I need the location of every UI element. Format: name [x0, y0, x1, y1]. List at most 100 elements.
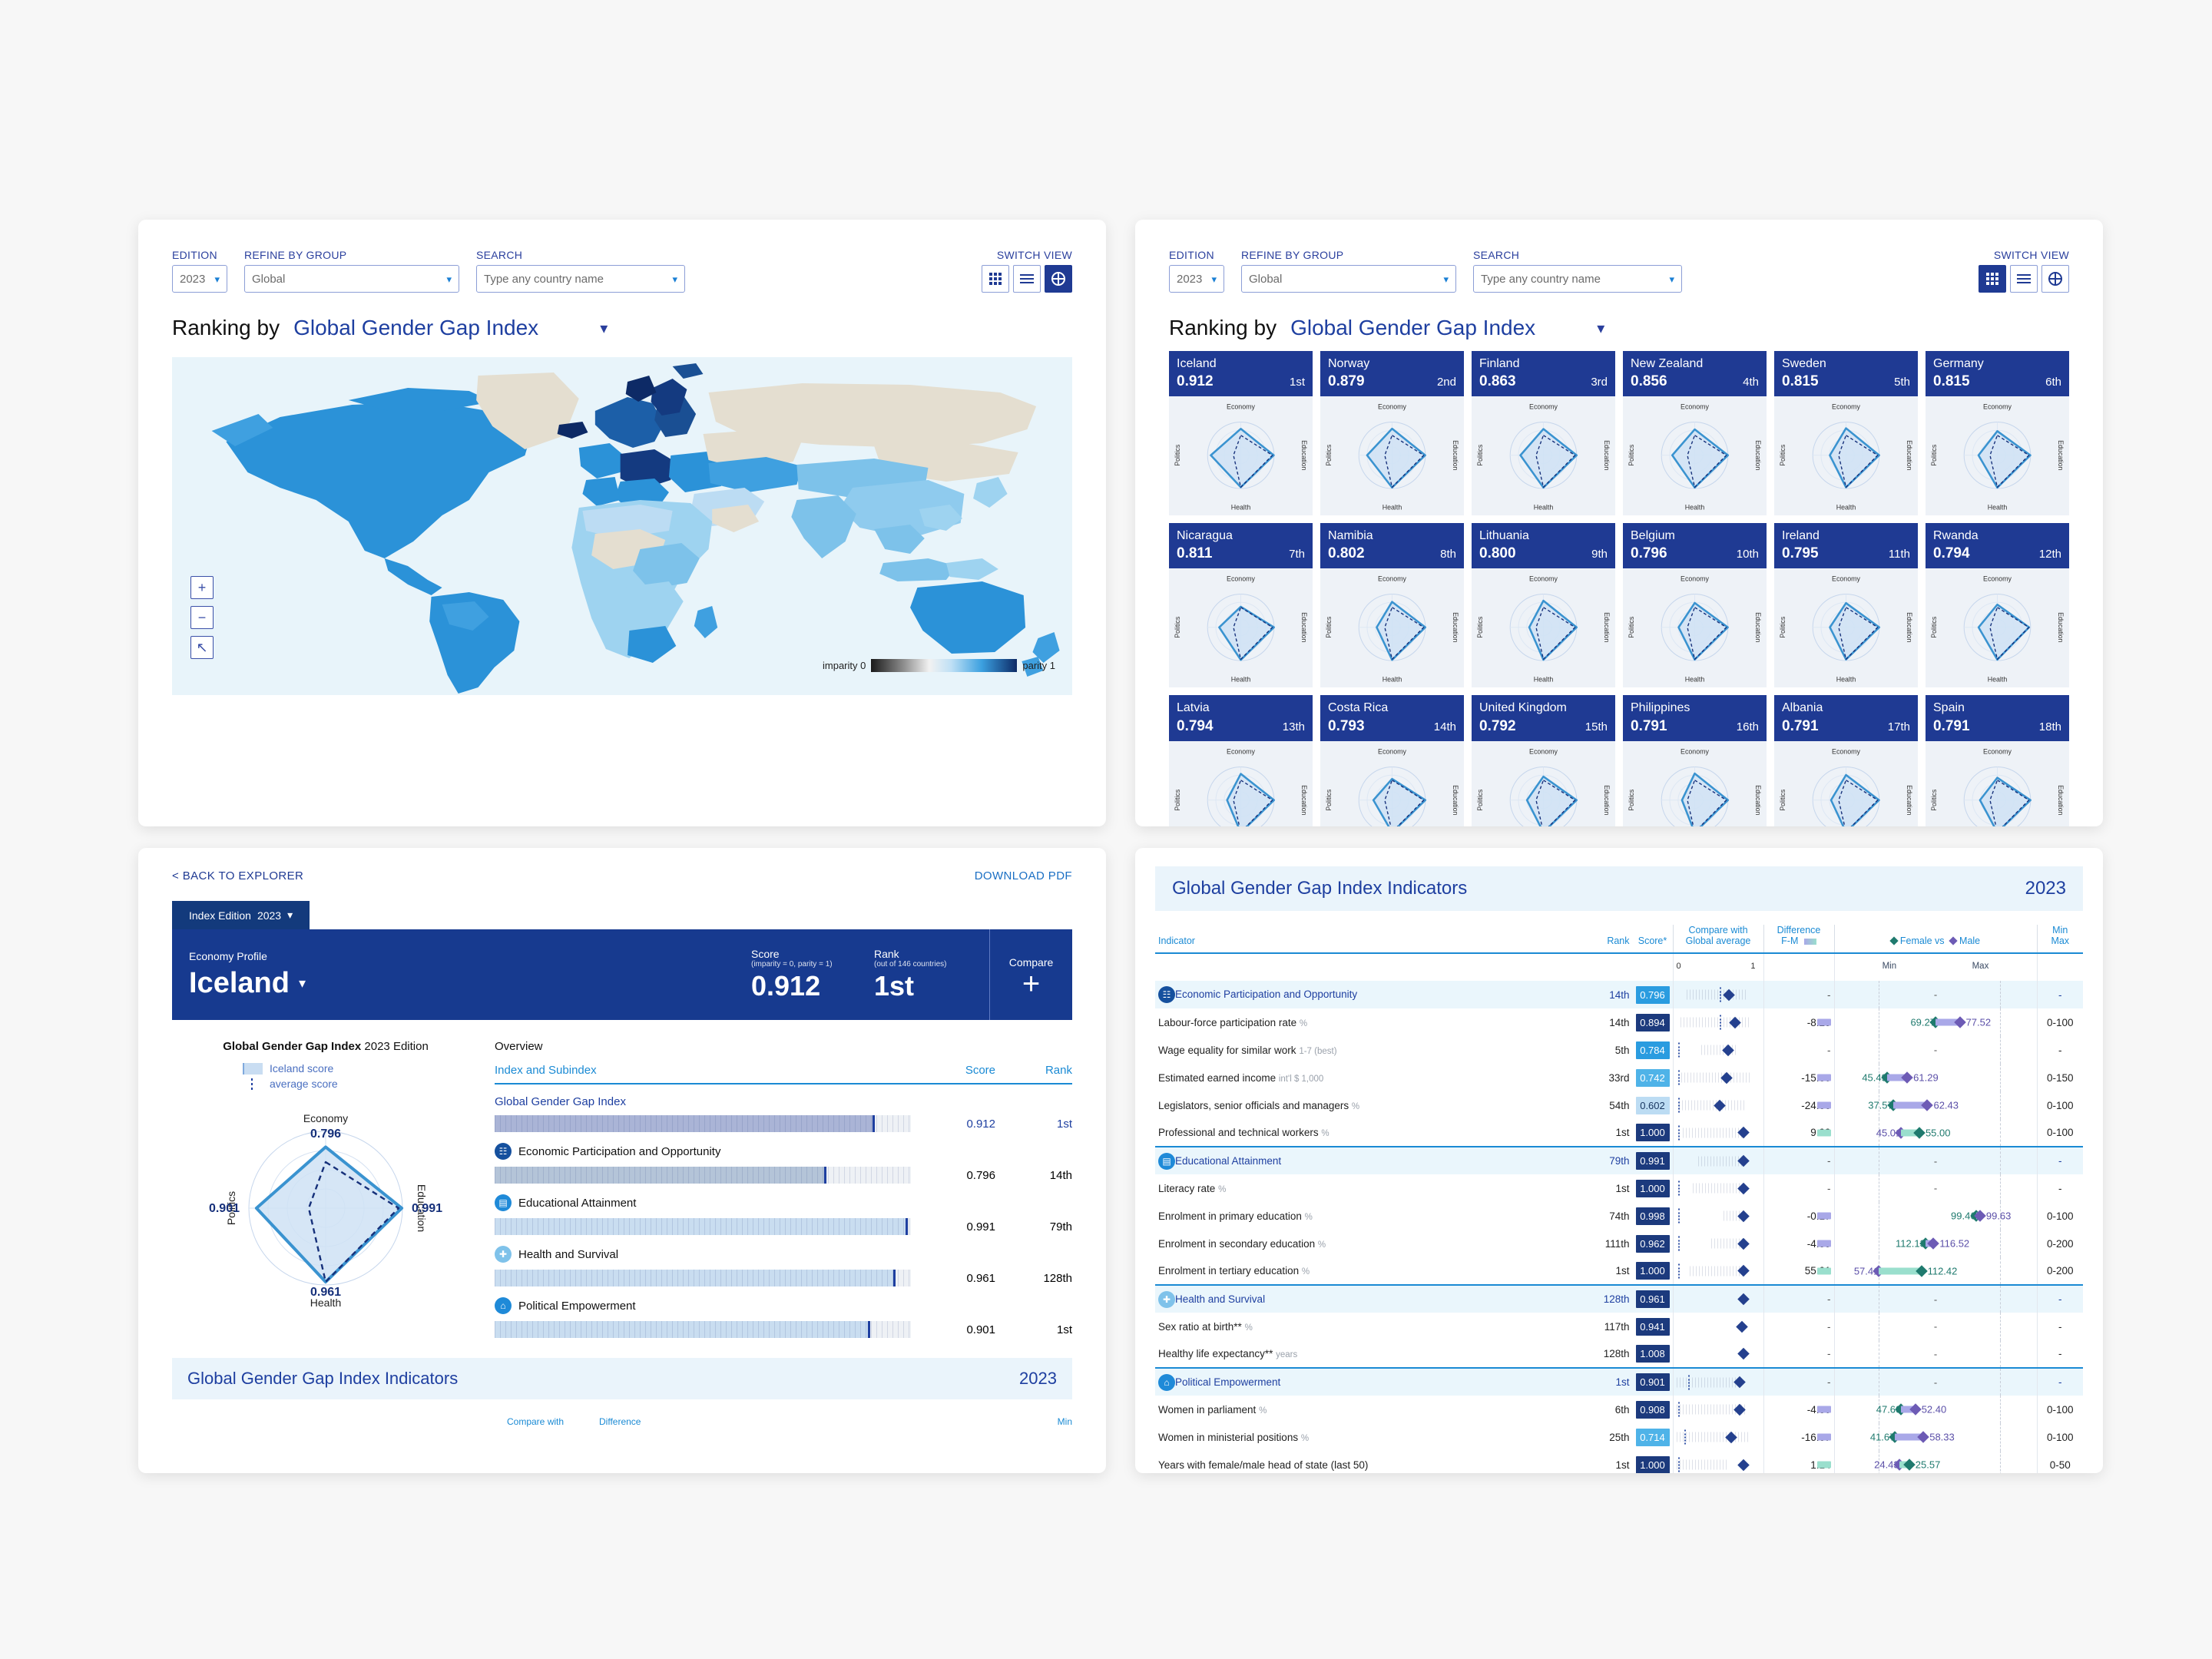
indicator-row[interactable]: Estimated earned income int'l $ 1,000 33r…: [1155, 1064, 2083, 1091]
country-selector[interactable]: Iceland ▾: [189, 967, 727, 1000]
fvm-max-axis: [2000, 1340, 2002, 1367]
indicator-row[interactable]: Enrolment in primary education % 74th 0.99…: [1155, 1202, 2083, 1230]
country-card[interactable]: Belgium 0.796 10th Economy Health Politics Edu…: [1623, 523, 1767, 688]
svg-text:Politics: Politics: [1174, 444, 1181, 466]
svg-text:Education: Education: [1906, 440, 1913, 470]
country-card[interactable]: Rwanda 0.794 12th Economy Health Politics Educ…: [1926, 523, 2069, 688]
indicator-fvm-cell: -: [1833, 1174, 2037, 1202]
ranking-selector-2[interactable]: Ranking by Global Gender Gap Index: [1135, 293, 2103, 340]
th-indicator[interactable]: Indicator: [1155, 925, 1590, 954]
view-map-button-2[interactable]: [2041, 265, 2069, 293]
bar-ticks: [495, 1115, 911, 1132]
indicator-row[interactable]: Years with female/male head of state (la…: [1155, 1451, 2083, 1473]
distribution-plot: [1677, 1154, 1760, 1167]
th-rank[interactable]: Rank: [1589, 925, 1633, 954]
country-card-radar: Economy Health Politics Education: [1320, 396, 1464, 515]
indicator-row[interactable]: Legislators, senior officials and manage…: [1155, 1091, 2083, 1119]
group-select-2[interactable]: Global: [1241, 265, 1456, 293]
indicator-row[interactable]: Wage equality for similar work 1-7 (best…: [1155, 1036, 2083, 1064]
overview-table-header: Index and Subindex Score Rank: [495, 1064, 1072, 1084]
svg-text:Politics: Politics: [1930, 444, 1938, 466]
ranking-selector[interactable]: Ranking by Global Gender Gap Index: [138, 293, 1106, 340]
country-card[interactable]: New Zealand 0.856 4th Economy Health Politics…: [1623, 351, 1767, 516]
indicator-name: Enrolment in tertiary education: [1158, 1265, 1300, 1277]
country-card[interactable]: Sweden 0.815 5th Economy Health Politics Educa…: [1774, 351, 1918, 516]
country-card[interactable]: Spain0.79118thEconomyHealthPoliticsEduca…: [1926, 695, 2069, 826]
country-card-rank: 16th: [1736, 720, 1759, 733]
view-grid-button-2[interactable]: [1979, 265, 2006, 293]
country-card[interactable]: Latvia0.79413thEconomyHealthPoliticsEduc…: [1169, 695, 1313, 826]
view-grid-button[interactable]: [982, 265, 1009, 293]
country-card-rank: 8th: [1440, 548, 1456, 561]
country-card[interactable]: Norway 0.879 2nd Economy Health Politics Educa…: [1320, 351, 1464, 516]
country-card[interactable]: Nicaragua 0.811 7th Economy Health Politics Ed…: [1169, 523, 1313, 688]
overview-score: 0.961: [966, 1271, 995, 1285]
fvm-empty: -: [1933, 1044, 1938, 1056]
indicator-row[interactable]: Literacy rate % 1st 1.000 - - -: [1155, 1174, 2083, 1202]
indicator-group-row[interactable]: ▤ Educational Attainment 79th 0.991 - - -: [1155, 1146, 2083, 1174]
view-list-button[interactable]: [1013, 265, 1041, 293]
back-to-explorer-link[interactable]: < BACK TO EXPLORER: [172, 869, 303, 882]
mini-radar-svg: Economy Health Politics Education: [1628, 403, 1762, 512]
fvm-empty: -: [1933, 1376, 1938, 1388]
difference-value: -: [1827, 1182, 1831, 1194]
country-card[interactable]: Costa Rica0.79314thEconomyHealthPolitics…: [1320, 695, 1464, 826]
country-card[interactable]: Namibia 0.802 8th Economy Health Politics Educ…: [1320, 523, 1464, 688]
view-list-button-2[interactable]: [2010, 265, 2038, 293]
indicator-row[interactable]: Enrolment in secondary education % 111th 0…: [1155, 1230, 2083, 1257]
country-card-metrics: 0.791 16th: [1631, 718, 1759, 735]
country-card[interactable]: United Kingdom0.79215thEconomyHealthPoli…: [1472, 695, 1615, 826]
indicator-name-cell: Healthy life expectancy** years: [1155, 1340, 1590, 1368]
edition-select-2[interactable]: 2023: [1169, 265, 1224, 293]
indicator-compare-cell: [1672, 1284, 1763, 1313]
indicator-row[interactable]: Labour-force participation rate % 14th 0.8…: [1155, 1008, 2083, 1036]
country-card[interactable]: Ireland 0.795 11th Economy Health Politics Edu…: [1774, 523, 1918, 688]
index-edition-tab[interactable]: Index Edition 2023 ▾: [172, 901, 310, 929]
global-average-marker: [1677, 1457, 1680, 1472]
country-card[interactable]: Lithuania 0.800 9th Economy Health Politics Ed…: [1472, 523, 1615, 688]
country-card-rank: 17th: [1887, 720, 1910, 733]
indicator-rank: 33rd: [1608, 1071, 1630, 1084]
indicator-row[interactable]: Sex ratio at birth** % 117th 0.941 - - -: [1155, 1313, 2083, 1340]
indicator-fvm-cell: 99.46 99.63: [1833, 1202, 2037, 1230]
overview-score-bar: [495, 1270, 911, 1286]
country-card[interactable]: Finland 0.863 3rd Economy Health Politics Educ…: [1472, 351, 1615, 516]
country-card[interactable]: Iceland 0.912 1st Economy Health Politics Educ…: [1169, 351, 1313, 516]
search-input-2[interactable]: Type any country name: [1473, 265, 1682, 293]
indicator-row[interactable]: Enrolment in tertiary education % 1st 1.00…: [1155, 1257, 2083, 1285]
overview-column: Overview Index and Subindex Score Rank G…: [495, 1040, 1072, 1338]
country-card-name: New Zealand: [1631, 357, 1704, 370]
country-card[interactable]: Philippines0.79116thEconomyHealthPolitic…: [1623, 695, 1767, 826]
switch-view-buttons-2: [1979, 265, 2069, 293]
indicator-group-row[interactable]: ✚ Health and Survival 128th 0.961 - - -: [1155, 1284, 2083, 1313]
zoom-in-button[interactable]: +: [190, 576, 214, 599]
switch-view-group-2: SWITCH VIEW: [1979, 249, 2069, 293]
country-card[interactable]: Germany 0.815 6th Economy Health Politics Educ…: [1926, 351, 2069, 516]
svg-text:Economy: Economy: [1832, 747, 1860, 755]
th-score[interactable]: Score*: [1632, 925, 1673, 954]
country-card-metrics: 0.879 2nd: [1328, 373, 1456, 390]
indicator-row[interactable]: Women in parliament % 6th 0.908 -4.8047.605…: [1155, 1396, 2083, 1423]
search-field: SEARCH Type any country name: [476, 249, 685, 293]
indicator-difference-cell: -: [1763, 1367, 1834, 1396]
indicator-name: Economic Participation and Opportunity: [1175, 988, 1358, 1000]
download-pdf-link[interactable]: DOWNLOAD PDF: [975, 869, 1072, 882]
country-card[interactable]: Albania0.79117thEconomyHealthPoliticsEdu…: [1774, 695, 1918, 826]
indicator-row[interactable]: Healthy life expectancy** years 128th 1.00…: [1155, 1340, 2083, 1368]
indicator-row[interactable]: Professional and technical workers % 1st 1…: [1155, 1119, 2083, 1147]
indicator-group-row[interactable]: ☷ Economic Participation and Opportunity 1…: [1155, 981, 2083, 1008]
group-select[interactable]: Global: [244, 265, 459, 293]
fvm-max-axis: [2000, 1174, 2002, 1202]
zoom-reset-button[interactable]: ↖: [190, 636, 214, 659]
difference-swatch: [1816, 1461, 1831, 1469]
indicator-row[interactable]: Women in ministerial positions % 25th 0.71…: [1155, 1423, 2083, 1451]
country-card-rank: 2nd: [1436, 376, 1456, 389]
indicator-group-row[interactable]: ⌂ Political Empowerment 1st 0.901 - - -: [1155, 1367, 2083, 1396]
world-map[interactable]: + − ↖ imparity 0 parity 1: [172, 357, 1072, 695]
zoom-out-button[interactable]: −: [190, 606, 214, 629]
indicator-score: 0.908: [1635, 1400, 1670, 1419]
compare-button[interactable]: Compare +: [989, 929, 1072, 1020]
edition-select[interactable]: 2023: [172, 265, 227, 293]
search-input[interactable]: Type any country name: [476, 265, 685, 293]
view-map-button[interactable]: [1045, 265, 1072, 293]
